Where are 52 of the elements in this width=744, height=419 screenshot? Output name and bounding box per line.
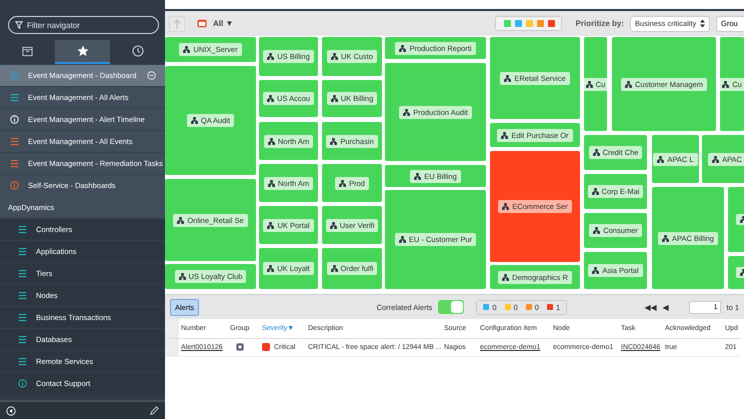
hierarchy-icon: [504, 74, 512, 82]
group-icon: [236, 343, 244, 352]
remove-icon[interactable]: [147, 71, 156, 80]
hierarchy-icon: [330, 222, 337, 228]
hierarchy-icon: [657, 156, 664, 162]
hierarchy-icon: [267, 265, 274, 272]
first-page-button[interactable]: ◀◀: [644, 302, 656, 312]
hierarchy-icon: [625, 80, 632, 88]
hierarchy-icon: [592, 267, 600, 274]
star-icon: [76, 45, 88, 57]
hierarchy-icon: [722, 80, 730, 88]
hierarchy-icon: [592, 149, 600, 156]
previous-page-button[interactable]: ◀: [662, 302, 668, 312]
hierarchy-icon: [267, 95, 274, 102]
folder-icon: [197, 19, 207, 28]
hierarchy-icon: [501, 132, 508, 138]
correlated-toggle[interactable]: [438, 300, 464, 314]
archive-icon: [22, 46, 33, 56]
filter-dropdown[interactable]: All ▼: [213, 19, 234, 28]
hierarchy-icon: [712, 156, 720, 162]
hierarchy-icon: [502, 274, 510, 280]
hierarchy-icon: [190, 117, 198, 124]
filter-field[interactable]: Filter navigator: [8, 16, 159, 34]
up-arrow-icon: [172, 18, 182, 30]
hierarchy-icon: [267, 222, 274, 228]
hierarchy-icon: [403, 108, 410, 116]
clock-icon: [132, 45, 144, 57]
hierarchy-icon: [330, 53, 338, 60]
hierarchy-icon: [178, 273, 186, 280]
hierarchy-icon: [183, 46, 190, 53]
hierarchy-icon: [398, 236, 406, 243]
hierarchy-icon: [339, 180, 346, 186]
hierarchy-icon: [662, 234, 670, 242]
filter-icon: [15, 21, 23, 29]
hierarchy-icon: [399, 44, 406, 52]
hierarchy-icon: [502, 203, 510, 210]
hierarchy-icon: [330, 95, 338, 102]
hierarchy-icon: [268, 138, 275, 144]
favorites-tab[interactable]: [55, 40, 110, 64]
collapse-icon[interactable]: [6, 406, 16, 416]
hierarchy-icon: [593, 227, 600, 234]
hierarchy-icon: [330, 265, 338, 272]
hierarchy-icon: [268, 180, 275, 186]
hierarchy-icon: [586, 80, 593, 88]
prioritize-label: Prioritize by:: [576, 19, 624, 28]
hierarchy-icon: [177, 216, 184, 224]
pencil-icon[interactable]: [149, 406, 159, 416]
hierarchy-icon: [267, 53, 274, 60]
hierarchy-icon: [592, 188, 599, 195]
hierarchy-icon: [330, 138, 338, 144]
hierarchy-icon: [414, 172, 422, 180]
up-down-caret-icon: [700, 19, 705, 28]
